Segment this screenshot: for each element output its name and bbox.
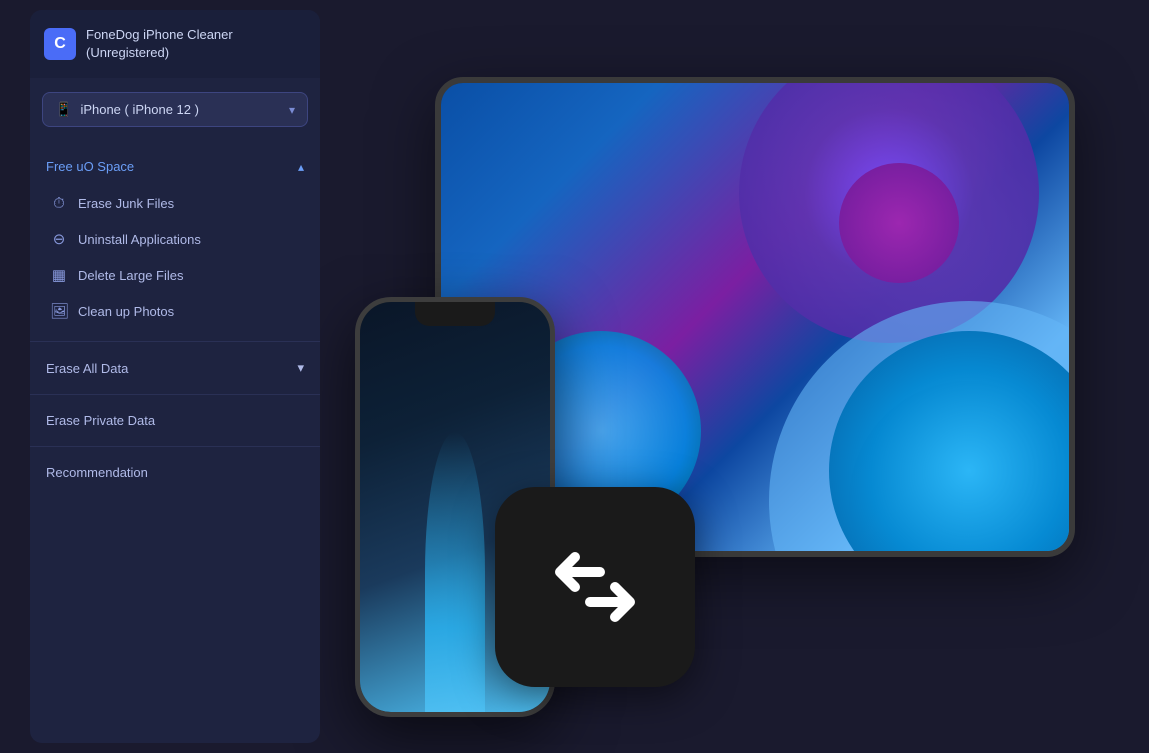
iphone-light-beam — [425, 432, 485, 712]
erase-junk-label: Erase Junk Files — [78, 196, 174, 211]
decorative-circle-inner — [839, 163, 959, 283]
free-up-space-items: ⏱ Erase Junk Files ⊖ Uninstall Applicati… — [30, 184, 320, 337]
divider-3 — [30, 446, 320, 447]
transfer-app-icon — [495, 487, 695, 687]
sidebar-content: Free uO Space ▴ ⏱ Erase Junk Files ⊖ Uni… — [30, 141, 320, 502]
photos-icon: 🖼 — [50, 302, 68, 320]
transfer-arrows-svg — [530, 537, 660, 637]
erase-private-data-label: Erase Private Data — [46, 413, 155, 428]
app-window: C FoneDog iPhone Cleaner (Unregistered) … — [30, 10, 320, 743]
divider-2 — [30, 394, 320, 395]
clean-photos-label: Clean up Photos — [78, 304, 174, 319]
device-label: iPhone ( iPhone 12 ) — [80, 102, 199, 117]
recommendation-section[interactable]: Recommendation — [30, 451, 320, 494]
device-selector[interactable]: 📱 iPhone ( iPhone 12 ) ▾ — [42, 92, 308, 127]
delete-large-label: Delete Large Files — [78, 268, 184, 283]
title-bar: C FoneDog iPhone Cleaner (Unregistered) — [30, 10, 320, 78]
devices-container — [355, 37, 1075, 717]
chevron-down-icon: ▾ — [289, 103, 295, 117]
erase-all-data-section[interactable]: Erase All Data ▾ — [30, 346, 320, 390]
file-icon: ▦ — [50, 266, 68, 284]
app-logo: C — [44, 28, 76, 60]
free-up-space-header[interactable]: Free uO Space ▴ — [30, 149, 320, 184]
recommendation-label: Recommendation — [46, 465, 148, 480]
apps-icon: ⊖ — [50, 230, 68, 248]
hero-area — [280, 0, 1149, 753]
menu-item-clean-photos[interactable]: 🖼 Clean up Photos — [30, 293, 320, 329]
phone-icon: 📱 — [55, 101, 72, 118]
erase-private-data-section[interactable]: Erase Private Data — [30, 399, 320, 442]
section-chevron-up-icon: ▴ — [298, 160, 304, 174]
menu-item-delete-large[interactable]: ▦ Delete Large Files — [30, 257, 320, 293]
free-up-space-label: Free uO Space — [46, 159, 134, 174]
iphone-notch — [415, 302, 495, 326]
menu-item-uninstall-apps[interactable]: ⊖ Uninstall Applications — [30, 221, 320, 257]
uninstall-apps-label: Uninstall Applications — [78, 232, 201, 247]
chevron-down-erase-icon: ▾ — [297, 360, 304, 376]
app-title: FoneDog iPhone Cleaner (Unregistered) — [86, 26, 233, 62]
menu-item-erase-junk[interactable]: ⏱ Erase Junk Files — [30, 186, 320, 221]
divider-1 — [30, 341, 320, 342]
erase-all-data-label: Erase All Data — [46, 361, 128, 376]
clock-icon: ⏱ — [50, 195, 68, 212]
